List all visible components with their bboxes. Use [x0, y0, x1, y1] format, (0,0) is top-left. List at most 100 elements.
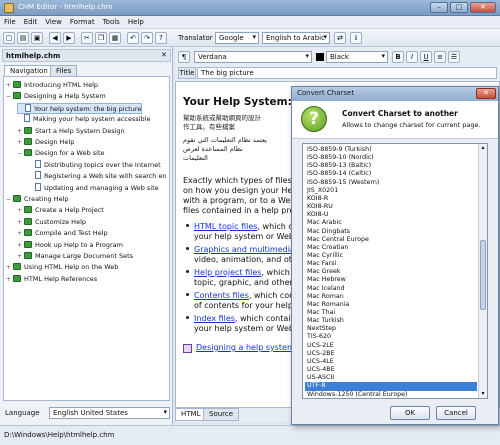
book-icon	[24, 217, 32, 225]
status-path: D:\Windows\Help\htmlhelp.chm	[4, 431, 115, 439]
align-icon[interactable]: ≡	[434, 51, 446, 63]
translation-direction-select[interactable]: English to Arabic	[262, 32, 330, 44]
minimize-button[interactable]: –	[430, 2, 448, 13]
dialog-close-button[interactable]: ✕	[476, 88, 496, 99]
bullet-link[interactable]: Contents files	[194, 291, 249, 300]
new-file-icon[interactable]: ▢	[3, 32, 15, 44]
charset-option[interactable]: Windows-1250 (Central Europe)	[305, 391, 477, 399]
cjk-line-2: 作工具。有些檔案	[183, 123, 235, 131]
forward-arrow-icon[interactable]: ▶	[63, 32, 75, 44]
expand-icon[interactable]: +	[6, 274, 13, 285]
tree-item[interactable]: Making your help system accessible	[17, 114, 150, 125]
tree-item[interactable]: + Using HTML Help on the Web	[6, 262, 118, 273]
tree-item-label: Designing a Help System	[24, 92, 106, 101]
expand-icon[interactable]: +	[17, 126, 24, 137]
tree-item-label: Your help system: the big picture	[34, 104, 142, 113]
language-value: English United States	[53, 409, 128, 417]
tree-item[interactable]: − Design for a Web site	[17, 148, 105, 159]
close-panel-icon[interactable]: ✕	[161, 51, 167, 59]
copy-icon[interactable]: ❐	[95, 32, 107, 44]
title-input[interactable]: The big picture	[197, 67, 497, 79]
tree-item-label: Manage Large Document Sets	[35, 252, 134, 260]
expand-icon[interactable]: +	[17, 251, 24, 262]
font-select[interactable]: Verdana	[194, 51, 312, 63]
expand-icon[interactable]: +	[17, 240, 24, 251]
redo-icon[interactable]: ↷	[141, 32, 153, 44]
collapse-icon[interactable]: −	[17, 148, 24, 159]
language-select[interactable]: English United States	[49, 407, 170, 419]
scroll-down-icon[interactable]: ▾	[479, 390, 487, 398]
menu-file[interactable]: File	[0, 16, 20, 28]
book-icon	[13, 274, 21, 282]
cut-icon[interactable]: ✂	[81, 32, 93, 44]
charset-list[interactable]: ISO-8859-9 (Turkish) ISO-8859-10 (Nordic)…	[302, 143, 488, 399]
menu-edit[interactable]: Edit	[20, 16, 42, 28]
scroll-up-icon[interactable]: ▴	[479, 144, 487, 152]
tree-item-label: Hook up Help to a Program	[35, 240, 123, 249]
collapse-icon[interactable]: −	[6, 91, 13, 102]
open-folder-icon[interactable]: ▤	[17, 32, 29, 44]
bullet-link[interactable]: Help project files	[194, 268, 261, 277]
tree-item[interactable]: + Manage Large Document Sets	[17, 251, 133, 262]
tree-item[interactable]: Distributing topics over the Internet	[28, 159, 161, 171]
tree-item[interactable]: + Introducing HTML Help	[6, 80, 98, 91]
menu-view[interactable]: View	[41, 16, 66, 28]
save-icon[interactable]: ▣	[31, 32, 43, 44]
tree-item[interactable]: + Customize Help	[17, 217, 86, 228]
tree-item[interactable]: + Compile and Test Help	[17, 228, 108, 239]
bullet-line2: your help system or Web	[194, 324, 294, 333]
menu-format[interactable]: Format	[66, 16, 99, 28]
designing-help-link[interactable]: Designing a help system	[196, 343, 295, 352]
charset-scrollbar[interactable]: ▴ ▾	[478, 144, 487, 398]
expand-icon[interactable]: +	[17, 217, 24, 228]
dialog-subtitle: Allows to change charset for current pag…	[342, 121, 481, 129]
tree-item[interactable]: + HTML Help References	[6, 274, 97, 285]
translator-engine-select[interactable]: Google	[215, 32, 259, 44]
para-line-3: with a program, or to a Web	[183, 196, 296, 205]
tree-item[interactable]: Your help system: the big picture	[17, 102, 143, 114]
tab-source[interactable]: Source	[203, 408, 240, 421]
tree-item[interactable]: + Create a Help Project	[17, 205, 104, 216]
tree-item[interactable]: + Hook up Help to a Program	[17, 240, 123, 251]
tree-item[interactable]: + Start a Help System Design	[17, 126, 125, 137]
back-arrow-icon[interactable]: ◀	[49, 32, 61, 44]
maximize-button[interactable]: □	[450, 2, 468, 13]
expand-icon[interactable]: +	[17, 228, 24, 239]
color-select[interactable]: Black	[326, 51, 388, 63]
tree-item[interactable]: Updating and managing a Web site	[28, 182, 159, 194]
undo-icon[interactable]: ↶	[127, 32, 139, 44]
tab-files[interactable]: Files	[50, 65, 78, 76]
tree-item[interactable]: Registering a Web site with search en	[28, 171, 167, 182]
italic-icon[interactable]: I	[406, 51, 418, 63]
cancel-button[interactable]: Cancel	[436, 406, 476, 420]
ok-button[interactable]: OK	[390, 406, 430, 420]
menu-tools[interactable]: Tools	[99, 16, 124, 28]
tree-item[interactable]: + Design Help	[17, 137, 74, 148]
tab-navigation[interactable]: Navigation	[4, 65, 54, 76]
tree-item[interactable]: − Designing a Help System	[6, 91, 106, 102]
translate-icon[interactable]: ⇄	[334, 32, 346, 44]
paste-icon[interactable]: ▦	[109, 32, 121, 44]
bullet-link[interactable]: HTML topic files	[194, 222, 257, 231]
close-window-button[interactable]: ✕	[470, 2, 496, 13]
collapse-icon[interactable]: −	[6, 194, 13, 205]
expand-icon[interactable]: +	[17, 205, 24, 216]
info-icon[interactable]: ℹ	[350, 32, 362, 44]
bullet-link[interactable]: Index files	[194, 314, 235, 323]
expand-icon[interactable]: +	[17, 137, 24, 148]
text-format-icon[interactable]: ¶	[178, 51, 190, 63]
tree-item[interactable]: − Creating Help	[6, 194, 69, 205]
expand-icon[interactable]: +	[6, 80, 13, 91]
bold-icon[interactable]: B	[392, 51, 404, 63]
language-row: Language English United States	[3, 406, 170, 420]
book-icon	[13, 92, 21, 100]
tab-html[interactable]: HTML	[175, 408, 207, 421]
help-icon[interactable]: ?	[155, 32, 167, 44]
para-line-4: files contained in a help pro	[183, 206, 295, 215]
underline-icon[interactable]: U	[420, 51, 432, 63]
scrollbar-thumb[interactable]	[480, 240, 486, 310]
expand-icon[interactable]: +	[6, 262, 13, 273]
list-icon[interactable]: ☰	[448, 51, 460, 63]
menu-help[interactable]: Help	[124, 16, 148, 28]
bullet-link[interactable]: Graphics and multimedia f	[194, 245, 300, 254]
